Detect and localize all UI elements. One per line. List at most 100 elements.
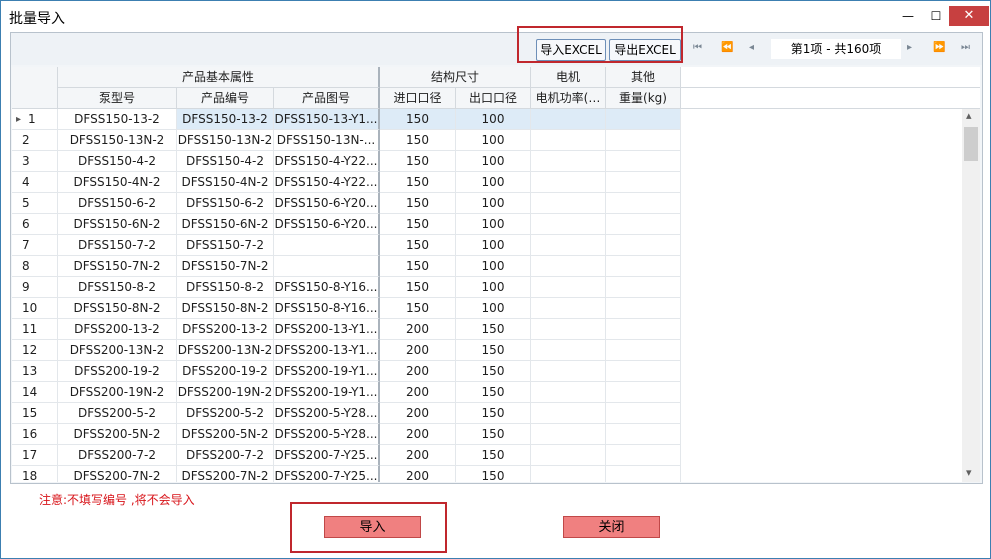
cell-outlet[interactable]: 100 xyxy=(456,151,531,172)
close-window-button[interactable]: ✕ xyxy=(949,6,989,26)
cell-motor-power[interactable] xyxy=(531,151,606,172)
cell-weight[interactable] xyxy=(606,298,681,319)
cell-outlet[interactable]: 150 xyxy=(456,382,531,403)
cell-weight[interactable] xyxy=(606,319,681,340)
cell-product-code[interactable]: DFSS200-5N-2 xyxy=(177,424,274,445)
cell-product-code[interactable]: DFSS150-4-2 xyxy=(177,151,274,172)
cell-weight[interactable] xyxy=(606,445,681,466)
cell-product-drawing[interactable] xyxy=(274,256,380,277)
cell-product-drawing[interactable]: DFSS200-7-Y25... xyxy=(274,466,380,482)
cell-weight[interactable] xyxy=(606,277,681,298)
last-page-icon[interactable]: ⏭ xyxy=(961,42,970,53)
cell-outlet[interactable]: 150 xyxy=(456,466,531,482)
cell-motor-power[interactable] xyxy=(531,277,606,298)
cell-inlet[interactable]: 150 xyxy=(380,277,456,298)
cell-product-code[interactable]: DFSS150-13N-2 xyxy=(177,130,274,151)
prev-page-icon[interactable]: ⏪ xyxy=(721,42,733,53)
cell-product-drawing[interactable]: DFSS200-19-Y1... xyxy=(274,361,380,382)
cell-motor-power[interactable] xyxy=(531,193,606,214)
cell-inlet[interactable]: 200 xyxy=(380,361,456,382)
column-header-motor-power[interactable]: 电机功率(… xyxy=(531,88,606,109)
cell-weight[interactable] xyxy=(606,151,681,172)
cell-motor-power[interactable] xyxy=(531,235,606,256)
scroll-up-icon[interactable]: ▴ xyxy=(966,109,972,122)
cell-inlet[interactable]: 150 xyxy=(380,193,456,214)
cell-motor-power[interactable] xyxy=(531,172,606,193)
cell-weight[interactable] xyxy=(606,256,681,277)
cell-motor-power[interactable] xyxy=(531,109,606,130)
cell-pump-model[interactable]: DFSS200-19N-2 xyxy=(58,382,177,403)
cell-inlet[interactable]: 200 xyxy=(380,319,456,340)
cell-outlet[interactable]: 100 xyxy=(456,277,531,298)
column-header-pump-model[interactable]: 泵型号 xyxy=(58,88,177,109)
cell-product-drawing[interactable]: DFSS150-6-Y20... xyxy=(274,214,380,235)
cell-product-code[interactable]: DFSS150-13-2 xyxy=(177,109,274,130)
cell-pump-model[interactable]: DFSS150-4N-2 xyxy=(58,172,177,193)
cell-outlet[interactable]: 100 xyxy=(456,193,531,214)
column-header-product-code[interactable]: 产品编号 xyxy=(177,88,274,109)
cell-pump-model[interactable]: DFSS150-4-2 xyxy=(58,151,177,172)
cell-product-drawing[interactable]: DFSS150-4-Y22... xyxy=(274,151,380,172)
cell-motor-power[interactable] xyxy=(531,214,606,235)
cell-inlet[interactable]: 150 xyxy=(380,172,456,193)
maximize-button[interactable]: ☐ xyxy=(926,6,946,26)
cell-inlet[interactable]: 200 xyxy=(380,340,456,361)
next-item-icon[interactable]: ▸ xyxy=(907,42,912,53)
cell-product-code[interactable]: DFSS200-13-2 xyxy=(177,319,274,340)
cell-product-code[interactable]: DFSS200-19-2 xyxy=(177,361,274,382)
cell-product-code[interactable]: DFSS200-19N-2 xyxy=(177,382,274,403)
cell-pump-model[interactable]: DFSS200-5-2 xyxy=(58,403,177,424)
cell-motor-power[interactable] xyxy=(531,130,606,151)
cell-pump-model[interactable]: DFSS150-8-2 xyxy=(58,277,177,298)
cell-product-drawing[interactable]: DFSS200-13-Y1... xyxy=(274,340,380,361)
cell-product-code[interactable]: DFSS150-7N-2 xyxy=(177,256,274,277)
cell-motor-power[interactable] xyxy=(531,361,606,382)
cell-motor-power[interactable] xyxy=(531,298,606,319)
cell-product-drawing[interactable]: DFSS200-5-Y28... xyxy=(274,403,380,424)
cell-product-code[interactable]: DFSS150-4N-2 xyxy=(177,172,274,193)
cell-product-drawing[interactable] xyxy=(274,235,380,256)
cell-weight[interactable] xyxy=(606,340,681,361)
cell-inlet[interactable]: 200 xyxy=(380,403,456,424)
cell-inlet[interactable]: 150 xyxy=(380,151,456,172)
cell-product-code[interactable]: DFSS150-7-2 xyxy=(177,235,274,256)
cell-product-drawing[interactable]: DFSS150-6-Y20... xyxy=(274,193,380,214)
cell-motor-power[interactable] xyxy=(531,466,606,482)
cell-outlet[interactable]: 150 xyxy=(456,403,531,424)
first-page-icon[interactable]: ⏮ xyxy=(693,42,702,53)
cell-inlet[interactable]: 150 xyxy=(380,109,456,130)
cell-weight[interactable] xyxy=(606,214,681,235)
cell-motor-power[interactable] xyxy=(531,382,606,403)
cell-outlet[interactable]: 100 xyxy=(456,172,531,193)
cell-motor-power[interactable] xyxy=(531,403,606,424)
cell-product-code[interactable]: DFSS150-6-2 xyxy=(177,193,274,214)
cell-outlet[interactable]: 150 xyxy=(456,340,531,361)
column-header-inlet[interactable]: 进口口径 xyxy=(380,88,456,109)
cell-weight[interactable] xyxy=(606,382,681,403)
cell-inlet[interactable]: 150 xyxy=(380,256,456,277)
cell-outlet[interactable]: 100 xyxy=(456,109,531,130)
cell-weight[interactable] xyxy=(606,424,681,445)
cell-inlet[interactable]: 200 xyxy=(380,424,456,445)
vertical-scrollbar[interactable]: ▴ ▾ xyxy=(962,109,980,482)
cell-weight[interactable] xyxy=(606,172,681,193)
scrollbar-thumb[interactable] xyxy=(964,127,978,161)
cell-motor-power[interactable] xyxy=(531,319,606,340)
cell-outlet[interactable]: 150 xyxy=(456,319,531,340)
data-grid[interactable]: 产品基本属性 结构尺寸 电机 其他 泵型号 产品编号 产品图号 进口口径 出口口… xyxy=(12,67,980,482)
cell-product-code[interactable]: DFSS150-8-2 xyxy=(177,277,274,298)
cell-motor-power[interactable] xyxy=(531,256,606,277)
cell-outlet[interactable]: 150 xyxy=(456,361,531,382)
close-button[interactable]: 关闭 xyxy=(563,516,660,538)
next-page-icon[interactable]: ⏩ xyxy=(933,42,945,53)
cell-product-drawing[interactable]: DFSS150-4-Y22... xyxy=(274,172,380,193)
cell-pump-model[interactable]: DFSS150-7-2 xyxy=(58,235,177,256)
cell-product-drawing[interactable]: DFSS200-13-Y1... xyxy=(274,319,380,340)
cell-product-drawing[interactable]: DFSS150-13N-... xyxy=(274,130,380,151)
cell-pump-model[interactable]: DFSS200-13-2 xyxy=(58,319,177,340)
cell-pump-model[interactable]: DFSS200-19-2 xyxy=(58,361,177,382)
cell-pump-model[interactable]: DFSS150-7N-2 xyxy=(58,256,177,277)
cell-pump-model[interactable]: DFSS200-7-2 xyxy=(58,445,177,466)
cell-outlet[interactable]: 100 xyxy=(456,130,531,151)
cell-inlet[interactable]: 200 xyxy=(380,466,456,482)
